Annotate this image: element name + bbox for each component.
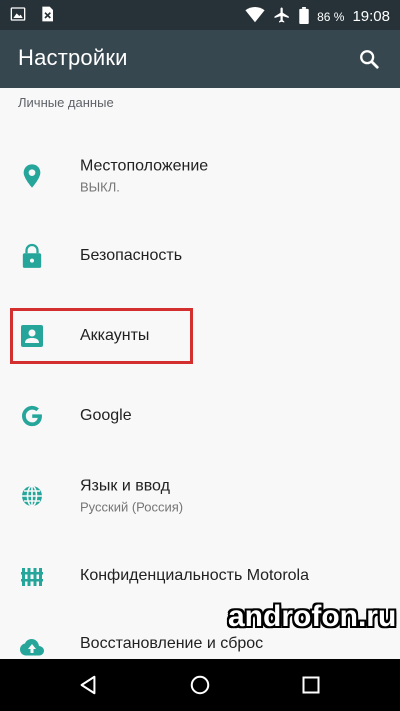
recents-button[interactable] (295, 669, 327, 701)
backup-icon (18, 634, 46, 659)
globe-icon (18, 482, 46, 510)
back-icon (80, 675, 96, 695)
home-icon (190, 675, 210, 695)
page-title: Настройки (18, 45, 128, 70)
google-icon (18, 402, 46, 430)
watermark: androfon.ru (228, 600, 397, 633)
settings-item-title: Местоположение (80, 157, 209, 175)
settings-item-title: Безопасность (80, 247, 183, 264)
settings-item-title: Конфиденциальность Motorola (80, 567, 309, 584)
back-button[interactable] (72, 669, 104, 701)
app-bar: Настройки (0, 30, 400, 88)
location-icon (18, 162, 46, 190)
settings-item-google[interactable]: Google (0, 376, 400, 456)
settings-item-title: Язык и ввод (80, 477, 170, 495)
settings-item-location[interactable]: Местоположение ВЫКЛ. (0, 136, 400, 216)
search-button[interactable] (352, 42, 386, 76)
settings-item-subtitle: ВЫКЛ. (80, 179, 120, 195)
battery-percent: 86 % (317, 9, 345, 24)
section-header: Личные данные (18, 95, 114, 110)
settings-item-title: Google (80, 407, 132, 424)
image-notification-icon (10, 6, 26, 25)
settings-item-subtitle: Русский (Россия) (80, 499, 184, 515)
settings-item-title: Восстановление и сброс (80, 635, 264, 652)
battery-icon (299, 6, 309, 27)
settings-item-language[interactable]: Язык и ввод Русский (Россия) (0, 456, 400, 536)
clock: 19:08 (352, 8, 390, 25)
highlight-frame (10, 308, 193, 364)
navigation-bar (0, 659, 400, 711)
settings-item-security[interactable]: Безопасность (0, 216, 400, 296)
privacy-fence-icon (18, 562, 46, 590)
settings-list: Личные данные Местоположение ВЫКЛ. Безоп… (0, 88, 400, 659)
wifi-icon (245, 7, 265, 26)
sim-error-icon (40, 6, 54, 25)
search-icon (360, 50, 379, 69)
home-button[interactable] (184, 669, 216, 701)
status-bar: 86 % 19:08 (0, 0, 400, 30)
recents-icon (302, 676, 320, 694)
lock-icon (18, 242, 46, 270)
airplane-mode-icon (273, 6, 291, 27)
